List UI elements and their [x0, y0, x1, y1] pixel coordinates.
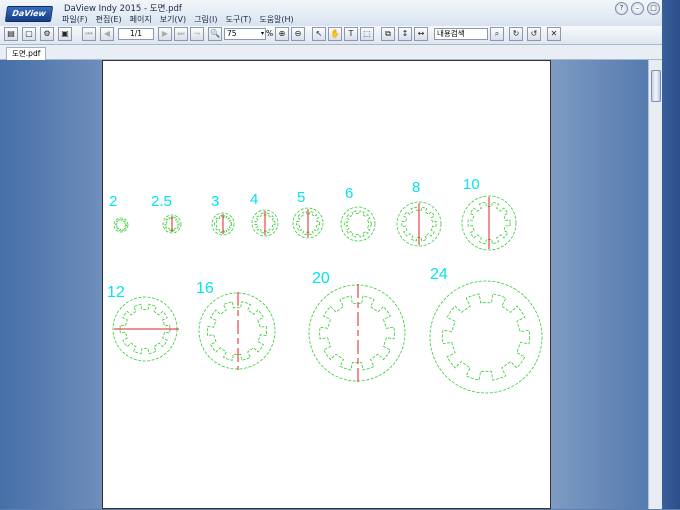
- fit-width-icon[interactable]: ↔: [414, 27, 428, 41]
- size-label: 16: [196, 280, 214, 297]
- menu-image[interactable]: 그림(I): [190, 14, 221, 25]
- hand-tool-icon[interactable]: ✋: [328, 27, 342, 41]
- zoom-unit: %: [266, 29, 274, 38]
- gear-teeth: [441, 293, 531, 381]
- last-page-icon[interactable]: ⏭: [174, 27, 188, 41]
- size-label: 2.5: [151, 193, 172, 210]
- size-label: 3: [211, 193, 219, 210]
- zoom-select[interactable]: 75 ▾: [224, 28, 266, 40]
- gear-drawing: 2 2.5 3 4 5 6 8 10 12 16 20 24: [107, 176, 543, 394]
- tab-document[interactable]: 도면.pdf: [6, 47, 47, 60]
- size-label: 6: [345, 185, 353, 202]
- gear-6: 6: [340, 185, 376, 242]
- gear-outer-circle: [308, 284, 406, 382]
- settings-gear-icon[interactable]: ⚙: [40, 27, 54, 41]
- rotate-left-icon[interactable]: ↺: [527, 27, 541, 41]
- size-label: 5: [297, 189, 305, 206]
- gear-8: 10: [461, 176, 517, 251]
- size-label: 24: [430, 266, 448, 283]
- gear-3: 3: [211, 193, 235, 236]
- size-label: 8: [412, 179, 420, 196]
- size-label: 2: [109, 193, 117, 210]
- chevron-down-icon: ▾: [260, 30, 264, 37]
- gear-teeth: [206, 301, 268, 361]
- gear-outer-circle: [340, 206, 376, 242]
- select-cursor-icon[interactable]: ↖: [312, 27, 326, 41]
- gear-11: 20: [308, 270, 406, 382]
- menu-page[interactable]: 페이지: [126, 14, 156, 25]
- first-page-icon[interactable]: ⏮: [82, 27, 96, 41]
- rotate-right-icon[interactable]: ↻: [509, 27, 523, 41]
- app-logo: DaView: [4, 6, 54, 22]
- gear-outer-circle: [113, 217, 129, 233]
- previous-page-icon[interactable]: ◀: [100, 27, 114, 41]
- close-document-icon[interactable]: ✕: [547, 27, 561, 41]
- document-viewer: 2 2.5 3 4 5 6 8 10 12 16 20 24: [0, 60, 662, 509]
- gear-1: 2: [109, 193, 129, 233]
- document-tab-strip: 도면.pdf: [0, 45, 680, 60]
- help-icon[interactable]: ?: [615, 2, 628, 15]
- snapshot-icon[interactable]: ⬚: [360, 27, 374, 41]
- gear-teeth: [344, 210, 372, 238]
- zoom-in-icon[interactable]: ⊕: [275, 27, 289, 41]
- search-input[interactable]: 내용검색: [434, 28, 488, 40]
- size-label: 10: [463, 176, 480, 193]
- size-label: 12: [107, 284, 125, 301]
- document-properties-icon[interactable]: ▢: [22, 27, 36, 41]
- search-icon[interactable]: ⌕: [490, 27, 504, 41]
- gear-9: 12: [107, 284, 179, 362]
- pdf-page: 2 2.5 3 4 5 6 8 10 12 16 20 24: [102, 60, 551, 509]
- size-label: 20: [312, 270, 330, 287]
- toolbar: ▤ ▢ ⚙ ▣ ⏮ ◀ 1/1 ▶ ⏭ ⤳ 🔍 75 ▾ % ⊕ ⊖ ↖ ✋ T …: [0, 26, 680, 45]
- zoom-value: 75: [227, 29, 237, 38]
- zoom-out-icon[interactable]: 🔍: [208, 27, 222, 41]
- scrollbar-thumb[interactable]: [651, 70, 661, 102]
- gear-12: 24: [429, 266, 543, 394]
- zoom-fit-icon[interactable]: ⊖: [291, 27, 305, 41]
- page-number-input[interactable]: 1/1: [118, 28, 154, 40]
- minimize-button[interactable]: –: [631, 2, 644, 15]
- menu-edit[interactable]: 편집(E): [92, 14, 126, 25]
- text-select-icon[interactable]: T: [344, 27, 358, 41]
- fit-page-icon[interactable]: ⧉: [381, 27, 395, 41]
- goto-page-icon[interactable]: ⤳: [190, 27, 204, 41]
- menu-help[interactable]: 도움말(H): [255, 14, 297, 25]
- fullscreen-icon[interactable]: ▣: [58, 27, 72, 41]
- menu-bar: 파일(F) 편집(E) 페이지 보기(V) 그림(I) 도구(T) 도움말(H): [58, 14, 298, 25]
- menu-view[interactable]: 보기(V): [156, 14, 190, 25]
- size-label: 4: [250, 191, 258, 208]
- print-icon[interactable]: ▤: [4, 27, 18, 41]
- fit-height-icon[interactable]: ↕: [398, 27, 412, 41]
- gear-teeth: [115, 219, 127, 231]
- gear-4: 4: [250, 191, 279, 237]
- gear-5: 5: [292, 189, 324, 239]
- gear-teeth: [319, 295, 395, 371]
- window-title: DaView Indy 2015 - 도면.pdf: [64, 4, 182, 14]
- gear-outer-circle: [198, 292, 276, 370]
- gear-10: 16: [196, 280, 276, 370]
- gear-outer-circle: [429, 280, 543, 394]
- vertical-scrollbar[interactable]: [648, 60, 662, 509]
- gear-7: 8: [396, 179, 442, 247]
- menu-file[interactable]: 파일(F): [58, 14, 92, 25]
- menu-tools[interactable]: 도구(T): [221, 14, 255, 25]
- title-bar: DaView DaView Indy 2015 - 도면.pdf 파일(F) 편…: [0, 0, 680, 27]
- maximize-button[interactable]: □: [647, 2, 660, 15]
- desktop-edge: [662, 0, 680, 509]
- gear-2: 2.5: [151, 193, 182, 234]
- next-page-icon[interactable]: ▶: [158, 27, 172, 41]
